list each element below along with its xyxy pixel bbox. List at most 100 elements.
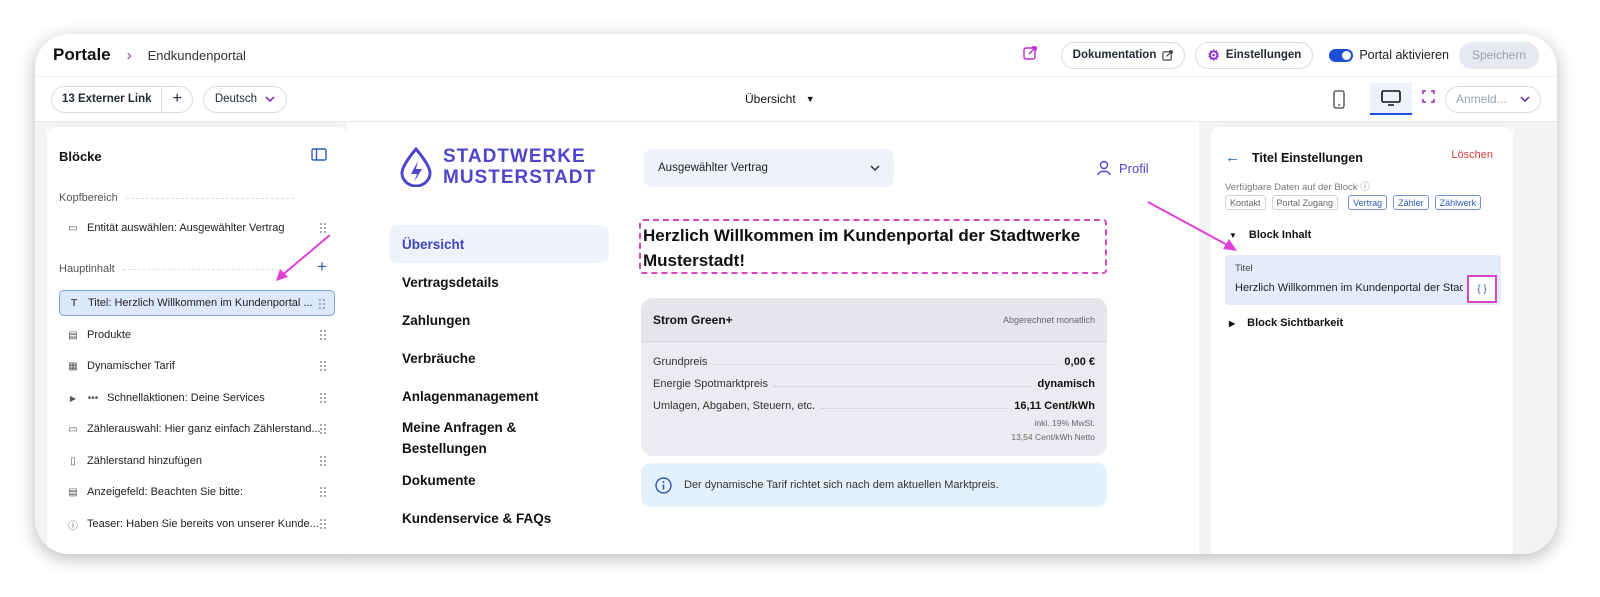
data-chips: Kontakt Portal Zugang Vertrag Zähler Zäh… [1225,195,1482,210]
block-item[interactable]: ▤ Produkte [59,322,335,348]
desktop-view-button[interactable] [1370,83,1412,115]
portal-toggle-label: Portal aktivieren [1359,48,1449,62]
blocks-title: Blöcke [59,149,102,164]
chip-contact[interactable]: Kontakt [1225,195,1266,210]
drag-handle-icon[interactable] [319,360,326,372]
block-content-accordion[interactable]: ▼ Block Inhalt [1229,229,1311,241]
back-arrow-icon[interactable]: ← [1225,149,1240,166]
drag-handle-icon[interactable] [319,518,326,530]
external-link-icon [1162,49,1173,61]
mobile-view-button[interactable] [1318,83,1360,115]
info-icon [655,476,672,494]
profile-link[interactable]: Profil [1097,160,1149,176]
variable-insert-button[interactable]: { } [1467,275,1497,303]
portal-preview: STADTWERKE MUSTERSTADT Ausgewählter Vert… [347,122,1199,554]
drag-handle-icon[interactable] [319,329,326,341]
price-value: 0,00 € [1064,356,1095,368]
nav-item-documents[interactable]: Dokumente [389,461,609,499]
title-input[interactable]: Herzlich Willkommen im Kundenportal der … [1235,282,1463,294]
main-section: Hauptinhalt [59,263,294,275]
block-item[interactable]: ▤ Anzeigefeld: Beachten Sie bitte: [59,479,335,505]
documentation-label: Dokumentation [1072,49,1157,61]
fullscreen-icon[interactable] [1422,90,1435,108]
toggle-switch[interactable] [1329,48,1354,62]
block-visibility-accordion[interactable]: ▶ Block Sichtbarkeit [1229,317,1343,329]
price-label: Umlagen, Abgaben, Steuern, etc. [653,400,816,412]
nav-item-plant-management[interactable]: Anlagenmanagement [389,377,609,415]
add-link-button[interactable]: + [161,86,191,112]
welcome-title[interactable]: Herzlich Willkommen im Kundenportal der … [639,219,1107,274]
block-item-label: Produkte [87,329,132,341]
nav-item-contract-details[interactable]: Vertragsdetails [389,263,609,301]
contract-select[interactable]: Ausgewählter Vertrag [644,149,894,187]
caret-down-icon: ▼ [1229,230,1237,240]
documentation-button[interactable]: Dokumentation [1060,41,1186,69]
block-item-label: Titel: Herzlich Willkommen im Kundenport… [88,297,313,309]
drag-handle-icon[interactable] [318,298,325,310]
price-row: Energie Spotmarktpreis dynamisch [653,378,1095,390]
sidebar-toggle-icon[interactable] [311,148,327,166]
price-row: Grundpreis 0,00 € [653,356,1095,368]
block-item[interactable]: ▭ Zählerauswahl: Hier ganz einfach Zähle… [59,416,335,442]
form-icon: ▤ [68,486,78,498]
view-select[interactable]: Übersicht ▼ [745,92,815,106]
block-content-label: Block Inhalt [1248,229,1312,241]
block-item[interactable]: ▶ ••• Schnellaktionen: Deine Services [59,385,335,411]
nav-item-payments[interactable]: Zahlungen [389,301,609,339]
block-item[interactable]: ⓘ Teaser: Haben Sie bereits von unserer … [59,511,335,537]
available-data-text: Verfügbare Daten auf der Block [1225,182,1358,193]
nav-item-consumption[interactable]: Verbräuche [389,339,609,377]
block-item-label: Zählerstand hinzufügen [87,455,202,467]
drop-bolt-icon [400,147,432,187]
login-select[interactable]: Anmeld... [1445,85,1541,113]
title-field: Titel Herzlich Willkommen im Kundenporta… [1225,255,1501,305]
expand-caret-icon[interactable]: ▶ [67,394,79,403]
portal-nav: Übersicht Vertragsdetails Zahlungen Verb… [389,225,609,537]
block-item-label: Zählerauswahl: Hier ganz einfach Zählers… [87,423,321,435]
language-select[interactable]: Deutsch [202,85,288,113]
block-item[interactable]: ▯ Zählerstand hinzufügen [59,448,335,474]
save-button[interactable]: Speichern [1458,41,1539,69]
chip-contract[interactable]: Vertrag [1348,195,1388,210]
language-value: Deutsch [214,93,258,105]
app-window: Portale › Endkundenportal Dokumentation … [35,34,1557,554]
dots-icon: ••• [87,392,99,404]
block-item[interactable]: ▦ Dynamischer Tarif [59,353,335,379]
contract-value: Ausgewählter Vertrag [658,162,768,174]
nav-item-support[interactable]: Kundenservice & FAQs [389,499,609,537]
device-switcher: Anmeld... [1318,83,1541,115]
nav-item-overview[interactable]: Übersicht [389,225,609,263]
tariff-header: Strom Green+ Abgerechnet monatlich [641,298,1107,342]
caret-right-icon: ▶ [1229,318,1236,328]
drag-handle-icon[interactable] [319,222,326,234]
caret-down-icon: ▼ [805,94,815,104]
info-text: Der dynamische Tarif richtet sich nach d… [684,479,999,491]
drag-handle-icon[interactable] [319,392,326,404]
logo-line1: STADTWERKE [443,146,586,167]
add-block-button[interactable]: + [317,257,327,277]
calendar-icon: ▭ [68,222,78,234]
tariff-card: Strom Green+ Abgerechnet monatlich Grund… [641,298,1107,456]
delete-button[interactable]: Löschen [1451,149,1493,161]
chip-meter[interactable]: Zähler [1393,195,1429,210]
top-bar: Portale › Endkundenportal Dokumentation … [35,34,1557,76]
drag-handle-icon[interactable] [319,486,326,498]
header-section: Kopfbereich [59,192,294,204]
gear-icon: ⚙ [1207,46,1220,63]
external-link-button[interactable]: 13 Externer Link [52,87,161,112]
block-item[interactable]: ▭ Entität auswählen: Ausgewählter Vertra… [59,215,335,241]
net-note: 13,54 Cent/kWh Netto [1011,432,1095,442]
block-item-selected[interactable]: T Titel: Herzlich Willkommen im Kundenpo… [59,290,335,316]
drag-handle-icon[interactable] [319,423,326,435]
drag-handle-icon[interactable] [319,455,326,467]
settings-button[interactable]: ⚙ Einstellungen [1195,41,1314,69]
blocks-panel: Blöcke Kopfbereich ▭ Entität auswählen: … [47,127,347,554]
chip-portal-access[interactable]: Portal Zugang [1271,195,1339,210]
portal-toggle[interactable]: Portal aktivieren [1329,48,1449,62]
breadcrumb-root[interactable]: Portale [53,45,111,65]
chip-register[interactable]: Zählwerk [1434,195,1482,210]
profile-label: Profil [1119,160,1149,176]
nav-item-requests[interactable]: Meine Anfragen & Bestellungen [389,415,529,461]
external-open-icon[interactable] [1022,45,1037,65]
breadcrumb-current: Endkundenportal [147,47,246,63]
